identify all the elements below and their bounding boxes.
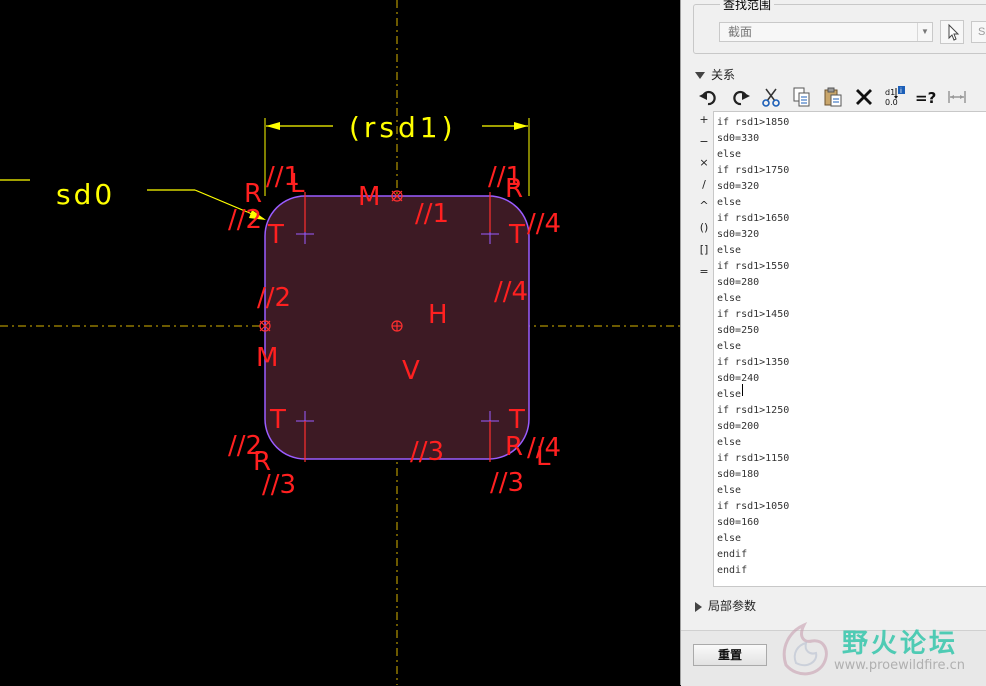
relations-header-label: 关系	[711, 68, 736, 82]
redo-icon[interactable]	[726, 84, 754, 110]
svg-text:d1: d1	[885, 88, 895, 97]
relation-line[interactable]: sd0=180	[717, 467, 759, 483]
svg-text:T: T	[508, 220, 525, 250]
svg-text://4: //4	[527, 209, 561, 239]
relation-line[interactable]: endif	[717, 563, 747, 579]
brackets-operator-button[interactable]: []	[695, 243, 713, 256]
relation-line[interactable]: else	[717, 339, 741, 355]
relation-line[interactable]: sd0=240	[717, 371, 759, 387]
relation-line[interactable]: if rsd1>1050	[717, 499, 789, 515]
svg-text:M: M	[256, 343, 278, 373]
sketch-canvas[interactable]: (rsd1) sd0 R R R R M M H V T T T T L L /…	[0, 0, 680, 685]
svg-text:H: H	[428, 300, 448, 330]
relation-line[interactable]: if rsd1>1850	[717, 115, 789, 131]
collapse-triangle-icon[interactable]	[695, 72, 705, 80]
relation-line[interactable]: sd0=320	[717, 179, 759, 195]
svg-text://2: //2	[228, 431, 262, 461]
relation-line[interactable]: else	[717, 195, 741, 211]
svg-text:T: T	[267, 220, 284, 250]
select-pointer-button[interactable]	[940, 20, 964, 44]
svg-text:V: V	[402, 356, 420, 386]
forum-watermark: 野火论坛 www.proewildfire.cn	[776, 617, 986, 685]
fillet-dimension-leader[interactable]	[0, 179, 266, 220]
relation-line[interactable]: if rsd1>1150	[717, 451, 789, 467]
watermark-url: www.proewildfire.cn	[834, 658, 965, 673]
relation-line[interactable]: else	[717, 243, 741, 259]
relation-line[interactable]: endif	[717, 547, 747, 563]
relation-line[interactable]: else	[717, 483, 741, 499]
relations-editor[interactable]: if rsd1>1850 sd0=330 else if rsd1>1750 sd0=3…	[713, 111, 986, 587]
svg-text:=?: =?	[915, 89, 936, 107]
relation-line[interactable]: if rsd1>1550	[717, 259, 789, 275]
svg-text:i: i	[900, 87, 902, 95]
svg-text://3: //3	[262, 470, 296, 500]
svg-text:T: T	[508, 405, 525, 435]
expand-triangle-icon[interactable]	[695, 601, 702, 612]
watermark-title: 野火论坛	[842, 629, 959, 659]
relation-line[interactable]: sd0=330	[717, 131, 759, 147]
cut-icon[interactable]	[757, 84, 785, 110]
search-scope-group: 查找范围 截面 ▼ S2D0	[693, 0, 986, 54]
relations-panel: 查找范围 截面 ▼ S2D0 关系	[680, 0, 986, 686]
minus-operator-button[interactable]: −	[695, 135, 713, 148]
paste-icon[interactable]	[819, 84, 847, 110]
svg-text://1: //1	[488, 162, 522, 192]
relations-toolbar: d1 0.0 i =?	[693, 84, 986, 110]
relation-line[interactable]: else	[717, 291, 741, 307]
plus-operator-button[interactable]: +	[695, 113, 713, 126]
divide-operator-button[interactable]: /	[695, 178, 713, 191]
relation-line[interactable]: else	[717, 435, 741, 451]
relation-line[interactable]: sd0=160	[717, 515, 759, 531]
reset-button[interactable]: 重置	[693, 644, 767, 666]
sketch-svg[interactable]: (rsd1) sd0 R R R R M M H V T T T T L L /…	[0, 0, 680, 685]
relation-line[interactable]: sd0=280	[717, 275, 759, 291]
dimension-icon[interactable]	[943, 84, 971, 110]
copy-icon[interactable]	[788, 84, 816, 110]
multiply-operator-button[interactable]: ×	[695, 156, 713, 169]
svg-text://1: //1	[415, 199, 449, 229]
svg-text:R: R	[505, 432, 523, 462]
relation-line[interactable]: else	[717, 387, 741, 403]
svg-text:T: T	[269, 405, 286, 435]
svg-text:M: M	[358, 182, 380, 212]
chevron-down-icon[interactable]: ▼	[917, 23, 932, 41]
scope-combo[interactable]: 截面 ▼	[719, 22, 933, 42]
evaluate-icon[interactable]: d1 0.0 i	[881, 84, 909, 110]
svg-text://3: //3	[490, 468, 524, 498]
relation-line[interactable]: sd0=200	[717, 419, 759, 435]
local-params-section-header[interactable]: 局部参数	[695, 598, 756, 614]
local-params-header-label: 局部参数	[708, 599, 757, 613]
relations-section-header[interactable]: 关系	[695, 67, 735, 83]
delete-icon[interactable]	[850, 84, 878, 110]
relation-line[interactable]: if rsd1>1250	[717, 403, 789, 419]
search-scope-title: 查找范围	[720, 0, 775, 11]
relation-line[interactable]: sd0=250	[717, 323, 759, 339]
svg-text://2: //2	[257, 283, 291, 313]
flame-logo-icon	[782, 622, 828, 676]
cursor-icon	[948, 23, 960, 41]
relation-line[interactable]: if rsd1>1750	[717, 163, 789, 179]
dimension-label-rsd1[interactable]: (rsd1)	[349, 111, 457, 144]
svg-text://1: //1	[266, 162, 300, 192]
relation-line[interactable]: else	[717, 531, 741, 547]
relation-line[interactable]: sd0=320	[717, 227, 759, 243]
relation-line[interactable]: if rsd1>1350	[717, 355, 789, 371]
svg-text://2: //2	[228, 205, 262, 235]
svg-text://3: //3	[410, 437, 444, 467]
svg-text:0.0: 0.0	[885, 98, 898, 107]
scope-combo-value: 截面	[728, 25, 753, 39]
parentheses-operator-button[interactable]: ()	[695, 221, 713, 234]
svg-text://4: //4	[494, 277, 528, 307]
equals-operator-button[interactable]: =	[695, 265, 713, 278]
undo-icon[interactable]	[695, 84, 723, 110]
verify-icon[interactable]: =?	[912, 84, 940, 110]
reference-field[interactable]: S2D0	[971, 21, 986, 43]
relation-line[interactable]: if rsd1>1450	[717, 307, 789, 323]
relation-line[interactable]: else	[717, 147, 741, 163]
dimension-label-sd0[interactable]: sd0	[56, 178, 115, 211]
power-operator-button[interactable]: ^	[695, 199, 713, 212]
svg-text://4: //4	[527, 433, 561, 463]
relation-line[interactable]: if rsd1>1650	[717, 211, 789, 227]
